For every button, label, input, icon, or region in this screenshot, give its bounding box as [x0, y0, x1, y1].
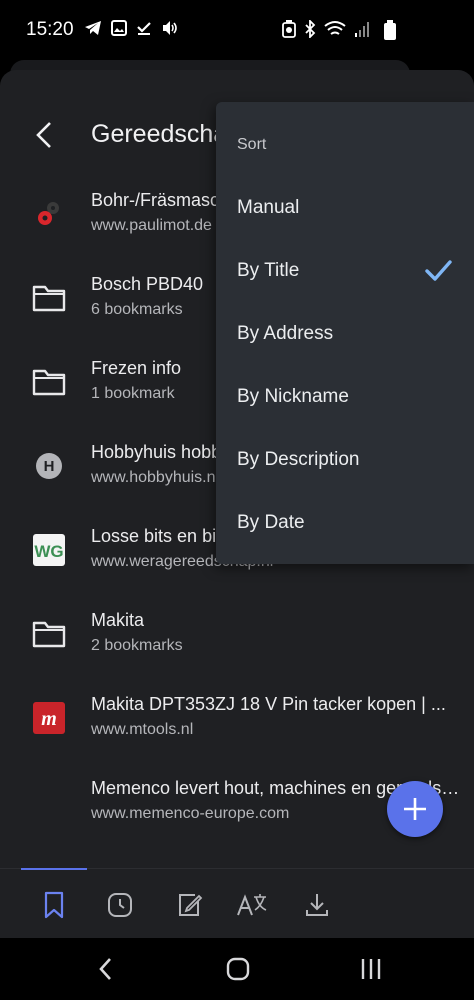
- system-back-button[interactable]: [86, 952, 126, 986]
- bookmark-icon: [44, 891, 64, 919]
- bluetooth-icon: [304, 18, 316, 43]
- system-home-button[interactable]: [218, 952, 258, 986]
- system-recents-button[interactable]: [351, 952, 391, 986]
- sort-option-label: By Date: [237, 512, 305, 533]
- tab-notes[interactable]: [169, 885, 209, 925]
- sort-option-manual[interactable]: Manual: [216, 177, 474, 240]
- list-item[interactable]: Makita 2 bookmarks: [0, 600, 474, 684]
- signal-icon: [354, 20, 370, 43]
- sort-option-label: By Address: [237, 323, 334, 344]
- status-time: 15:20: [26, 19, 74, 40]
- bookmark-subtitle: 2 bookmarks: [91, 637, 183, 654]
- sort-option-label: Manual: [237, 197, 300, 218]
- gallery-icon: [111, 20, 127, 41]
- bookmark-subtitle: www.mtools.nl: [91, 721, 194, 738]
- tab-translate[interactable]: [232, 885, 272, 925]
- translate-icon: [237, 894, 267, 916]
- sort-option-by-title[interactable]: By Title: [216, 240, 474, 303]
- recycle-battery-icon: [282, 20, 296, 43]
- tab-history[interactable]: [100, 885, 140, 925]
- folder-icon: [31, 364, 67, 400]
- sort-option-by-address[interactable]: By Address: [216, 303, 474, 366]
- active-tab-indicator: [21, 868, 87, 870]
- sort-option-label: By Description: [237, 449, 360, 470]
- sort-option-label: By Title: [237, 260, 300, 281]
- volume-icon: [161, 20, 179, 41]
- recents-icon: [361, 959, 381, 979]
- sort-option-by-nickname[interactable]: By Nickname: [216, 366, 474, 429]
- edit-icon: [179, 894, 203, 916]
- letter-h-icon: H: [31, 448, 67, 484]
- favicon-letter: WG: [34, 542, 63, 561]
- bookmark-title: Makita DPT353ZJ 18 V Pin tacker kopen | …: [91, 694, 446, 714]
- status-bar: 15:20: [0, 0, 474, 60]
- home-icon: [226, 957, 250, 981]
- sort-option-label: By Nickname: [237, 386, 349, 407]
- tab-bookmarks[interactable]: [34, 885, 74, 925]
- chevron-left-icon: [99, 958, 111, 980]
- folder-icon: [31, 616, 67, 652]
- page-title: Gereedschap: [91, 120, 216, 148]
- telegram-icon: [84, 20, 102, 41]
- folder-icon: [31, 280, 67, 316]
- mtools-favicon-icon: m: [31, 700, 67, 736]
- plus-icon: [404, 798, 426, 820]
- sort-option-by-description[interactable]: By Description: [216, 429, 474, 492]
- checkmark-icon: [425, 260, 452, 281]
- wifi-icon: [324, 20, 346, 43]
- favicon-letter: H: [44, 458, 55, 475]
- paulimot-favicon-icon: [31, 196, 67, 232]
- sort-menu-header: Sort: [237, 136, 267, 153]
- bookmark-title: Makita: [91, 610, 145, 630]
- bottom-navigation: [0, 868, 474, 938]
- back-button[interactable]: [30, 117, 58, 153]
- battery-icon: [384, 20, 396, 45]
- system-navigation-bar: [0, 938, 474, 1000]
- add-bookmark-button[interactable]: [387, 781, 443, 837]
- favicon-letter: m: [41, 708, 57, 730]
- sort-menu: Sort Manual By Title By Address By Nickn…: [216, 102, 474, 564]
- download-icon: [306, 894, 328, 916]
- list-item[interactable]: m Makita DPT353ZJ 18 V Pin tacker kopen …: [0, 684, 474, 768]
- wg-favicon-icon: WG: [31, 532, 67, 568]
- history-icon: [108, 893, 132, 917]
- task-done-icon: [136, 20, 152, 41]
- sort-option-by-date[interactable]: By Date: [216, 492, 474, 555]
- tab-downloads[interactable]: [297, 885, 337, 925]
